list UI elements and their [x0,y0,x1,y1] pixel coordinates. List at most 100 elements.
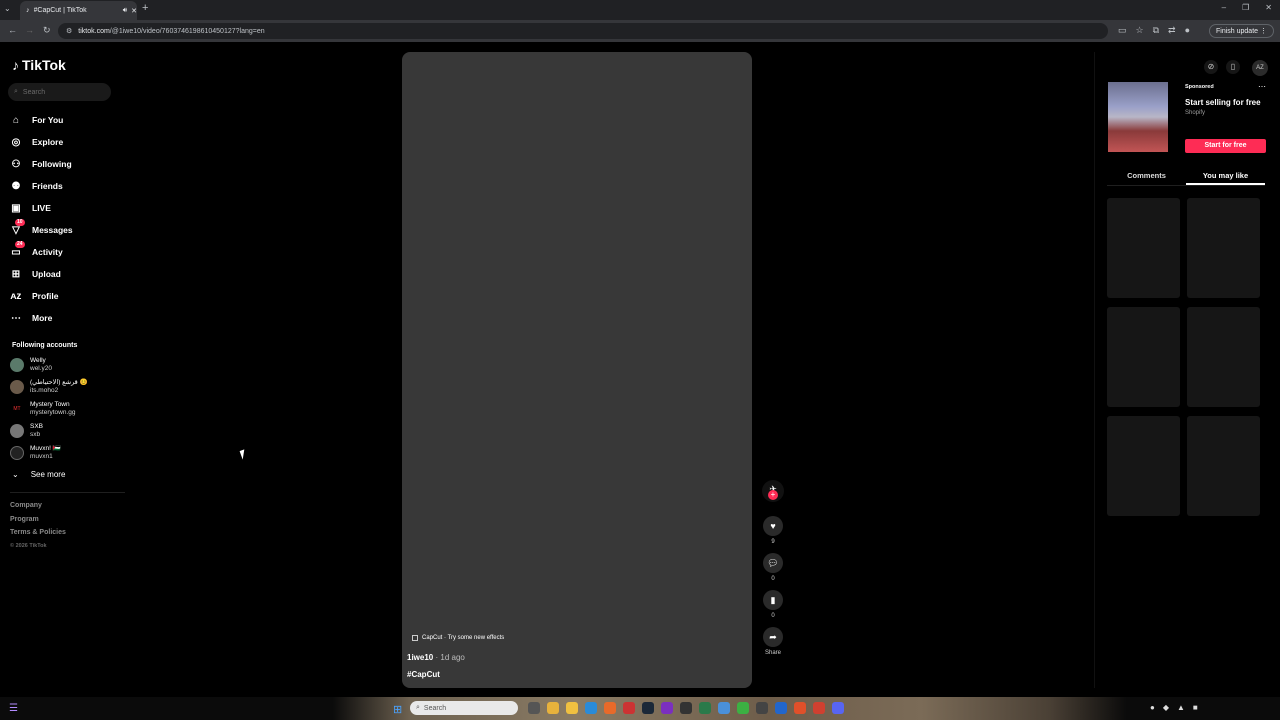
app-icon[interactable] [661,702,673,714]
recommendation-placeholder[interactable] [1187,307,1260,407]
ad-title[interactable]: Start selling for free [1185,98,1261,107]
new-tab-icon[interactable]: + [142,2,148,14]
like-button[interactable]: ♥ [763,516,783,536]
app-icon[interactable] [680,702,692,714]
app-icon[interactable] [623,702,635,714]
creator-avatar[interactable]: ✈ + [762,480,784,502]
footer-program[interactable]: Program [10,516,66,530]
back-icon[interactable]: ← [8,25,17,35]
finish-update-button[interactable]: Finish update ⋮ [1209,24,1274,38]
home-icon: ⌂ [12,114,20,126]
save-button[interactable]: ▮ [763,590,783,610]
follow-plus-icon[interactable]: + [768,490,778,500]
task-view-icon[interactable] [528,702,540,714]
sidebar-item-profile[interactable]: ᴀᴢ Profile [10,285,73,307]
discord-icon[interactable] [832,702,844,714]
sidebar-item-friends[interactable]: ⚉ Friends [10,175,73,197]
following-account[interactable]: SXB sxb [10,420,88,442]
see-more-button[interactable]: ⌄ See more [12,470,65,479]
bookmark-star-icon[interactable]: ☆ [1136,25,1144,36]
following-account[interactable]: MT Mystery Town mysterytown.gg [10,398,88,420]
steam-icon[interactable] [642,702,654,714]
url-path: /@1iwe10/video/7603746198610450127?lang=… [109,27,265,35]
sidebar-item-activity[interactable]: ▭ 24 Activity [10,241,73,263]
following-account[interactable]: Muvxn! 🇵🇸 muvxn1 [10,442,88,464]
compass-icon[interactable]: ⊘ [1204,60,1218,74]
recommendation-placeholder[interactable] [1107,198,1180,298]
minimize-icon[interactable]: – [1222,3,1226,12]
app-icon[interactable] [813,702,825,714]
ad-thumbnail[interactable] [1108,82,1168,152]
tab-you-may-like[interactable]: You may like [1186,168,1265,185]
ad-more-icon[interactable]: ⋯ [1258,82,1266,91]
speaker-icon[interactable]: 🔊︎ [123,7,127,15]
file-explorer-icon[interactable] [566,702,578,714]
tiktok-logo[interactable]: ♪ TikTok [12,57,66,73]
app-icon[interactable] [699,702,711,714]
maximize-icon[interactable]: ❐ [1242,3,1249,12]
post-time: · 1d ago [435,653,465,662]
messages-icon: ▽ [12,224,20,236]
sidebar-item-live[interactable]: ▣ LIVE [10,197,73,219]
account-handle: muvxn1 [30,453,53,460]
recommendation-placeholder[interactable] [1187,416,1260,516]
app-icon[interactable] [775,702,787,714]
recommendation-placeholder[interactable] [1187,198,1260,298]
tray-icon[interactable]: ● [1150,703,1155,712]
forward-icon[interactable]: → [25,25,34,35]
brave-icon[interactable] [794,702,806,714]
tiktok-favicon-icon: ♪ [26,7,30,14]
address-bar[interactable]: ⚙ tiktok.com/@1iwe10/video/7603746198610… [58,23,1108,39]
phone-icon[interactable]: ▯ [1226,60,1240,74]
windows-start-icon[interactable]: ⊞ [393,703,402,716]
comment-button[interactable]: 💬︎ [763,553,783,573]
cast-icon[interactable]: ▭ [1118,25,1127,36]
app-icon[interactable] [718,702,730,714]
close-window-icon[interactable]: ✕ [1265,3,1272,12]
sponsored-label: Sponsored [1185,84,1214,90]
sidebar-item-for-you[interactable]: ⌂ For You [10,109,73,131]
tray-icon[interactable]: ▲ [1177,703,1185,712]
chrome-icon[interactable] [737,702,749,714]
tab-comments[interactable]: Comments [1107,168,1186,185]
video-author[interactable]: 1iwe10 · 1d ago [407,653,465,662]
following-account[interactable]: قرشع (الاحتياطي) 😊 its.moho2 [10,376,88,398]
sidebar-item-upload[interactable]: ⊞ Upload [10,263,73,285]
avatar [10,380,24,394]
site-info-icon[interactable]: ⚙ [66,27,72,35]
recommendation-placeholder[interactable] [1107,307,1180,407]
tab-search-icon[interactable]: ⌄ [4,4,11,13]
ad-cta-button[interactable]: Start for free [1185,139,1266,153]
following-account[interactable]: Welly wel.y20 [10,354,88,376]
search-input[interactable]: ⌕ Search [8,83,111,101]
edge-icon[interactable] [585,702,597,714]
reload-icon[interactable]: ↻ [43,25,51,36]
close-tab-icon[interactable]: ✕ [131,7,137,15]
widgets-icon[interactable]: ☰ [9,703,18,714]
chrome-icon[interactable] [547,702,559,714]
footer-terms[interactable]: Terms & Policies [10,529,66,543]
sync-icon[interactable]: ⇄ [1168,25,1176,36]
extensions-icon[interactable]: ⧉ [1153,25,1159,36]
effect-link[interactable]: CapCut · Try some new effects [412,635,504,641]
video-player[interactable] [402,52,752,688]
browser-tab[interactable]: ♪ #CapCut | TikTok 🔊︎ ✕ [20,1,137,20]
sidebar-item-messages[interactable]: ▽ 10 Messages [10,219,73,241]
sidebar-item-more[interactable]: ⋯ More [10,307,73,329]
footer-company[interactable]: Company [10,502,66,516]
recommendation-placeholder[interactable] [1107,416,1180,516]
sidebar-item-explore[interactable]: ◎ Explore [10,131,73,153]
video-caption-tag[interactable]: #CapCut [407,670,440,679]
account-name: Welly [30,357,46,364]
tray-icon[interactable]: ◆ [1163,703,1169,712]
messages-badge: 10 [15,219,25,226]
app-icon[interactable] [604,702,616,714]
avatar[interactable]: AZ [1252,60,1268,76]
more-icon: ⋯ [11,312,21,324]
taskbar-search[interactable]: ⌕ Search [410,701,518,715]
tray-icon[interactable]: ■ [1193,703,1198,712]
share-button[interactable]: ➦ [763,627,783,647]
sidebar-item-following[interactable]: ⚇ Following [10,153,73,175]
app-icon[interactable] [756,702,768,714]
profile-avatar-icon[interactable]: ● [1185,25,1190,36]
